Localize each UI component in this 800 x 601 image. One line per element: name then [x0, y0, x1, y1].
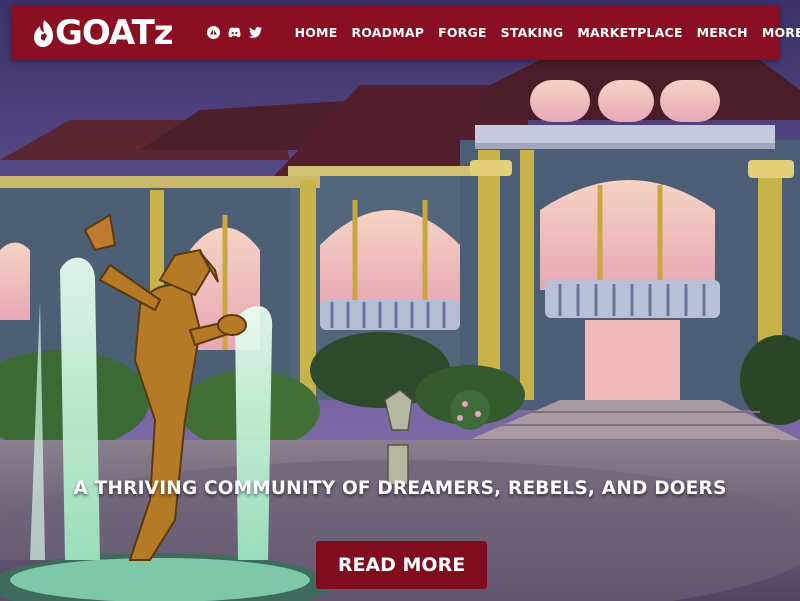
- discord-icon[interactable]: [228, 26, 241, 39]
- read-more-button[interactable]: READ MORE: [316, 541, 487, 589]
- nav-home[interactable]: HOME: [288, 25, 345, 40]
- nav-merch[interactable]: MERCH: [690, 25, 755, 40]
- hero-illustration: [0, 0, 800, 601]
- nav-marketplace[interactable]: MARKETPLACE: [570, 25, 689, 40]
- nav-roadmap[interactable]: ROADMAP: [344, 25, 431, 40]
- hero-tagline: A THRIVING COMMUNITY OF DREAMERS, REBELS…: [73, 478, 727, 499]
- social-links: [206, 26, 262, 39]
- nav-more[interactable]: MORE: [755, 25, 800, 40]
- brand-logo[interactable]: GOATz: [31, 12, 174, 53]
- twitter-icon[interactable]: [248, 26, 262, 39]
- nav-forge[interactable]: FORGE: [431, 25, 494, 40]
- goat-flame-icon: [34, 19, 53, 47]
- top-navbar: GOATz HOME ROADMAP FORGE STAKING MARKETP…: [11, 5, 800, 60]
- nav-staking[interactable]: STAKING: [494, 25, 571, 40]
- brand-name: GOATz: [55, 12, 174, 53]
- main-nav: HOME ROADMAP FORGE STAKING MARKETPLACE M…: [288, 25, 800, 40]
- opensea-icon[interactable]: [206, 26, 220, 39]
